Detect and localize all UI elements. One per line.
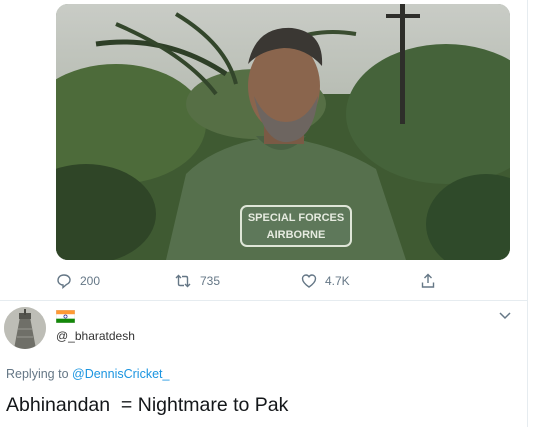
retweet-button[interactable]: 735: [174, 270, 220, 292]
shirt-print-line2: AIRBORNE: [267, 229, 326, 241]
shirt-print-line1: SPECIAL FORCES: [248, 212, 344, 224]
reply-count: 200: [80, 274, 101, 288]
reply-tweet-text: Abhinandan = Nightmare to Pak: [6, 394, 289, 416]
photo-image: SPECIAL FORCES AIRBORNE: [56, 4, 510, 260]
reply-button[interactable]: 200: [56, 270, 100, 292]
retweet-count: 735: [200, 274, 221, 288]
share-icon: [421, 273, 435, 288]
tweet-divider: [0, 300, 527, 301]
avatar[interactable]: [4, 307, 46, 349]
replying-to-mention[interactable]: @DennisCricket_: [72, 367, 169, 381]
india-flag-icon: [56, 310, 75, 323]
like-count: 4.7K: [325, 274, 350, 288]
reply-icon: [57, 274, 71, 289]
retweet-icon: [175, 274, 191, 288]
replying-prefix: Replying to: [6, 367, 73, 381]
tweet-media-photo[interactable]: SPECIAL FORCES AIRBORNE: [56, 4, 510, 260]
replying-to-line: Replying to @DennisCricket_: [6, 367, 169, 381]
share-button[interactable]: [420, 270, 436, 292]
chevron-down-icon[interactable]: [498, 311, 512, 321]
user-handle[interactable]: @_bharatdesh: [56, 329, 135, 343]
avatar-image: [4, 307, 46, 349]
timeline-column: SPECIAL FORCES AIRBORNE 200 735 4.7K @_b…: [0, 0, 528, 427]
heart-icon: [301, 274, 317, 288]
tweet-action-bar: 200 735 4.7K: [56, 270, 476, 292]
like-button[interactable]: 4.7K: [301, 270, 350, 292]
